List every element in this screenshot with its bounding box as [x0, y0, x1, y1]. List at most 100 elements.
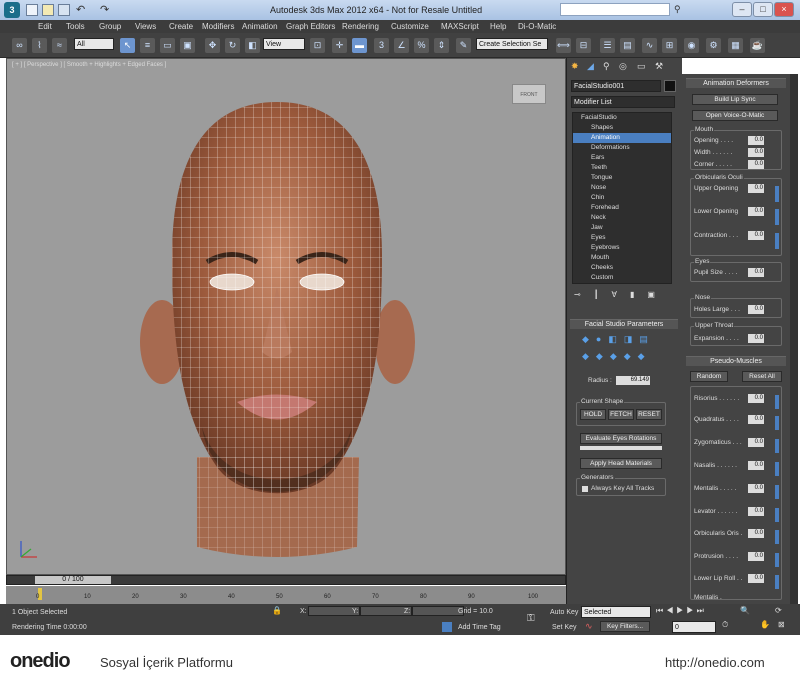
percent-snap-icon[interactable]: %: [414, 38, 429, 53]
redo-icon[interactable]: ↷: [100, 3, 109, 16]
unlink-icon[interactable]: ⌇: [32, 38, 47, 53]
graphite-ribbon-icon[interactable]: ▤: [620, 38, 635, 53]
info-center-icon[interactable]: ⚲: [674, 4, 681, 15]
holes-large-spinner[interactable]: 0.0: [748, 305, 764, 314]
object-name-field[interactable]: FacialStudio001: [571, 80, 661, 92]
stack-item[interactable]: Custom: [573, 273, 671, 283]
stack-item[interactable]: Eyebrows: [573, 243, 671, 253]
stack-item[interactable]: Deformations: [573, 143, 671, 153]
menu-item[interactable]: Group: [99, 22, 121, 31]
stack-item[interactable]: Forehead: [573, 203, 671, 213]
curve-editor-icon[interactable]: ∿: [642, 38, 657, 53]
maximize-viewport-icon[interactable]: ⊠: [778, 620, 785, 629]
stack-item[interactable]: Ears: [573, 153, 671, 163]
save-file-icon[interactable]: [58, 4, 70, 16]
menu-item[interactable]: Rendering: [342, 22, 379, 31]
key-filters-button[interactable]: Key Filters...: [600, 621, 650, 632]
opening-spinner[interactable]: 0.0: [748, 136, 764, 145]
random-button[interactable]: Random: [690, 371, 728, 382]
open-voice-o-matic-button[interactable]: Open Voice-O-Matic: [692, 110, 778, 121]
menu-item[interactable]: Help: [490, 22, 506, 31]
edit-named-selection-icon[interactable]: ✎: [456, 38, 471, 53]
viewport-label[interactable]: [ + ] [ Perspective ] [ Smooth + Highlig…: [12, 62, 166, 68]
render-setup-icon[interactable]: ⚙: [706, 38, 721, 53]
lower-opening-slider[interactable]: [775, 209, 779, 225]
pseudo-muscles-rollout[interactable]: Pseudo-Muscles: [686, 356, 786, 366]
search-input[interactable]: [560, 3, 670, 16]
muscle-spinner[interactable]: 0.0: [748, 529, 764, 538]
muscle-spinner[interactable]: 0.0: [748, 552, 764, 561]
orbit-icon[interactable]: ⟳: [775, 606, 782, 615]
select-object-icon[interactable]: ↖: [120, 38, 135, 53]
muscle-slider[interactable]: [775, 439, 779, 453]
shape-tool-icons-row1[interactable]: ◆●◧◨▤: [582, 334, 655, 345]
hold-button[interactable]: HOLD: [580, 409, 606, 420]
layer-manager-icon[interactable]: ☰: [600, 38, 615, 53]
muscle-slider[interactable]: [775, 553, 779, 567]
stack-item[interactable]: Teeth: [573, 163, 671, 173]
new-file-icon[interactable]: [26, 4, 38, 16]
menu-item[interactable]: Customize: [391, 22, 429, 31]
stack-item[interactable]: FacialStudio: [573, 113, 671, 123]
panel-scrollbar[interactable]: [790, 74, 798, 604]
pan-icon[interactable]: ✋: [760, 620, 770, 629]
muscle-spinner[interactable]: 0.0: [748, 394, 764, 403]
angle-snap-icon[interactable]: ∠: [394, 38, 409, 53]
time-slider[interactable]: 0 / 100: [35, 576, 111, 584]
stack-item[interactable]: Tongue: [573, 173, 671, 183]
lock-selection-icon[interactable]: 🔒: [272, 606, 282, 615]
stack-item[interactable]: Cheeks: [573, 263, 671, 273]
muscle-slider[interactable]: [775, 530, 779, 544]
stack-item-selected[interactable]: Animation: [573, 133, 671, 143]
stack-item[interactable]: Shapes: [573, 123, 671, 133]
facial-studio-params-rollout[interactable]: Facial Studio Parameters: [570, 319, 678, 329]
snaps-toggle-icon[interactable]: 3: [374, 38, 389, 53]
time-slider-track[interactable]: 0 / 100: [6, 575, 566, 585]
build-lip-sync-button[interactable]: Build Lip Sync: [692, 94, 778, 105]
app-logo-icon[interactable]: 3: [4, 2, 20, 18]
link-icon[interactable]: ∞: [12, 38, 27, 53]
open-file-icon[interactable]: [42, 4, 54, 16]
radius-spinner[interactable]: 69.149: [616, 376, 650, 385]
playback-controls[interactable]: ⏮◀▶▶⏭: [656, 606, 707, 616]
menu-item[interactable]: Create: [169, 22, 193, 31]
render-production-icon[interactable]: ☕: [750, 38, 765, 53]
width-spinner[interactable]: 0.0: [748, 148, 764, 157]
muscle-spinner[interactable]: 0.0: [748, 574, 764, 583]
object-color-swatch[interactable]: [664, 80, 676, 92]
pivot-center-icon[interactable]: ⊡: [310, 38, 325, 53]
scale-icon[interactable]: ◧: [245, 38, 260, 53]
set-key-button[interactable]: Set Key: [552, 624, 577, 631]
manipulate-icon[interactable]: ✛: [332, 38, 347, 53]
modifier-list-dropdown[interactable]: Modifier List: [571, 96, 675, 108]
muscle-spinner[interactable]: 0.0: [748, 461, 764, 470]
menu-item[interactable]: Views: [135, 22, 156, 31]
modifier-stack[interactable]: FacialStudio Shapes Animation Deformatio…: [572, 112, 672, 284]
muscle-slider[interactable]: [775, 508, 779, 522]
stack-tools[interactable]: ⊸┃∀▮▣: [574, 290, 668, 299]
close-button[interactable]: ×: [774, 2, 794, 17]
muscle-slider[interactable]: [775, 416, 779, 430]
pupil-size-spinner[interactable]: 0.0: [748, 268, 764, 277]
window-crossing-icon[interactable]: ▣: [180, 38, 195, 53]
move-icon[interactable]: ✥: [205, 38, 220, 53]
menu-item[interactable]: Animation: [242, 22, 278, 31]
stack-item[interactable]: Mouth: [573, 253, 671, 263]
stack-item[interactable]: Nose: [573, 183, 671, 193]
viewcube[interactable]: FRONT: [512, 84, 546, 104]
undo-icon[interactable]: ↶: [76, 3, 85, 16]
apply-head-materials-button[interactable]: Apply Head Materials: [580, 458, 662, 469]
minimize-button[interactable]: –: [732, 2, 752, 17]
menu-item[interactable]: Tools: [66, 22, 85, 31]
upper-opening-spinner[interactable]: 0.0: [748, 184, 764, 193]
utilities-tab-icon[interactable]: ⚒: [655, 61, 663, 72]
evaluate-eyes-button[interactable]: Evaluate Eyes Rotations: [580, 433, 662, 444]
zoom-icon[interactable]: 🔍: [740, 606, 752, 615]
reset-all-button[interactable]: Reset All: [742, 371, 782, 382]
muscle-slider[interactable]: [775, 575, 779, 589]
stack-item[interactable]: Neck: [573, 213, 671, 223]
current-frame-field[interactable]: 0: [672, 621, 716, 633]
maximize-button[interactable]: □: [753, 2, 773, 17]
material-editor-icon[interactable]: ◉: [684, 38, 699, 53]
fetch-button[interactable]: FETCH: [608, 409, 634, 420]
